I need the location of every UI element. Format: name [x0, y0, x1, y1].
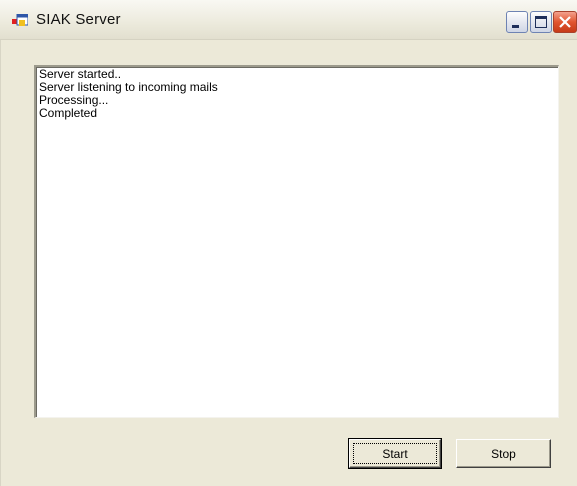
- log-textbox[interactable]: Server started.. Server listening to inc…: [34, 65, 559, 418]
- close-button[interactable]: [553, 11, 577, 33]
- stop-button-label: Stop: [491, 446, 516, 461]
- window-title: SIAK Server: [36, 11, 121, 28]
- close-icon: [559, 16, 571, 28]
- windows-form-icon: [12, 13, 29, 28]
- maximize-icon: [535, 16, 547, 28]
- minimize-button[interactable]: [506, 11, 528, 33]
- log-line: Completed: [39, 106, 98, 120]
- client-area: Server started.. Server listening to inc…: [0, 40, 577, 486]
- title-bar[interactable]: SIAK Server: [0, 0, 577, 40]
- minimize-icon: [512, 25, 519, 28]
- stop-button[interactable]: Stop: [456, 439, 551, 468]
- log-line: Server listening to incoming mails: [39, 80, 218, 94]
- start-button-label: Start: [382, 446, 408, 461]
- maximize-button[interactable]: [530, 11, 552, 33]
- start-button[interactable]: Start: [348, 438, 442, 469]
- log-line: Processing...: [39, 93, 109, 107]
- siak-server-window: SIAK Server Server started.. Server list…: [0, 0, 577, 486]
